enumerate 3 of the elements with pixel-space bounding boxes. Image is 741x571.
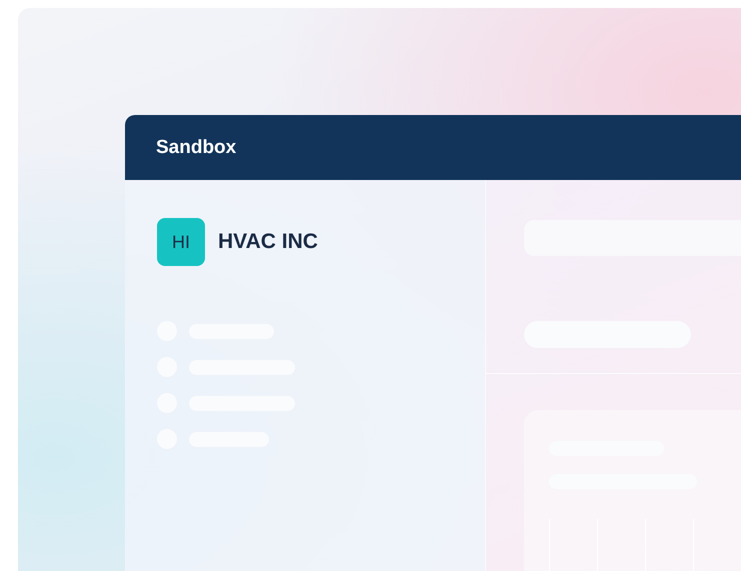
company-name: HVAC INC [218,230,318,254]
window-title: Sandbox [156,136,236,158]
company-logo: HI [157,218,205,266]
